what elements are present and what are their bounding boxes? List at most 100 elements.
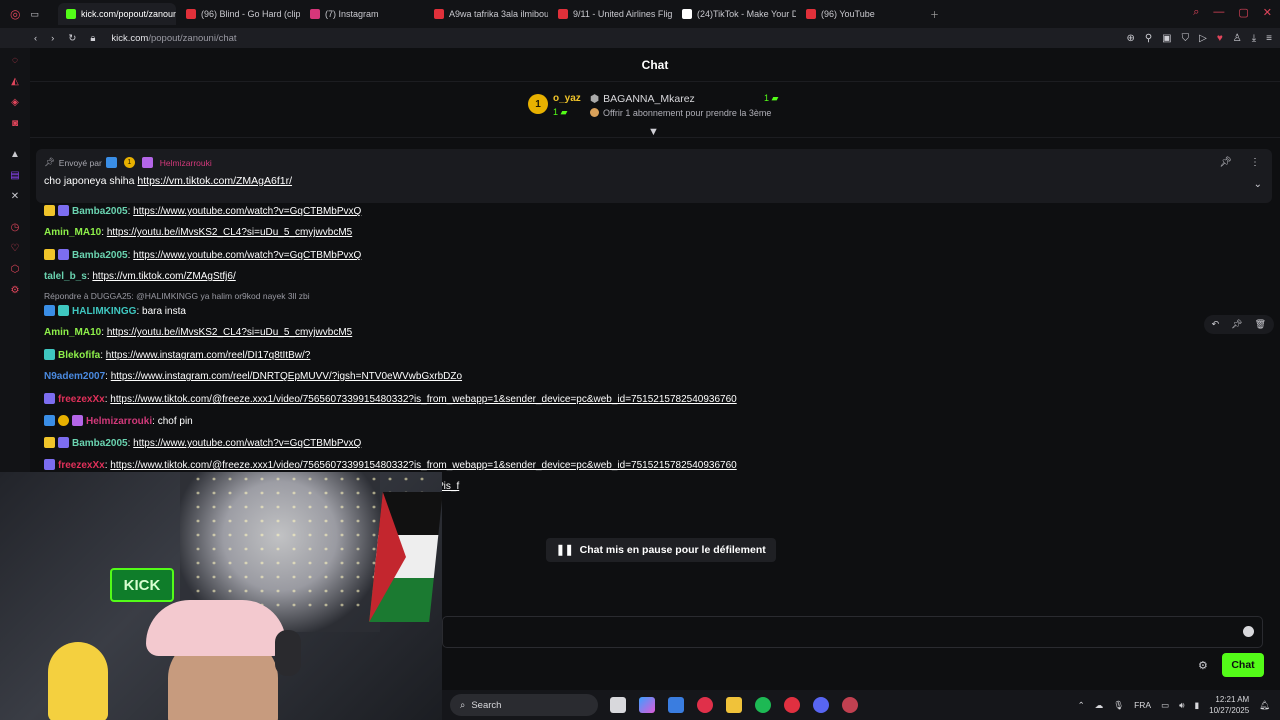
- chat-message[interactable]: Bamba2005: https://www.youtube.com/watch…: [44, 249, 361, 261]
- app-gear-icon[interactable]: [842, 697, 858, 713]
- volume-icon[interactable]: 🔊︎: [1179, 700, 1184, 711]
- message-link[interactable]: https://www.instagram.com/reel/DI17q8tIt…: [106, 350, 311, 361]
- gift-offer[interactable]: Offrir 1 abonnement pour prendre la 3ème: [590, 108, 771, 118]
- menu-icon[interactable]: ≡: [1266, 33, 1272, 44]
- chat-username[interactable]: freezexXx: [58, 460, 105, 471]
- chat-paused-banner[interactable]: ❚❚ Chat mis en pause pour le défilement: [546, 538, 776, 562]
- extensions-icon[interactable]: ⬡: [9, 263, 21, 275]
- message-link[interactable]: https://www.youtube.com/watch?v=GqCTBMbP…: [133, 438, 361, 449]
- browser-tab[interactable]: (24)TikTok - Make Your D: [674, 3, 796, 25]
- emoji-icon[interactable]: [1243, 626, 1254, 637]
- chat-username[interactable]: Bamba2005: [72, 250, 128, 261]
- message-link[interactable]: https://www.tiktok.com/@freeze.xxx1/vide…: [110, 394, 736, 405]
- spotify-icon[interactable]: [755, 697, 771, 713]
- close-icon[interactable]: ✕: [1263, 6, 1272, 19]
- reply-context[interactable]: Répondre à DUGGA25: @HALIMKINGG ya halim…: [44, 291, 310, 301]
- leader-second-name[interactable]: ⬢ BAGANNA_Mkarez: [590, 93, 695, 105]
- chat-message[interactable]: Amin_MA10: https://youtu.be/iMvsKS2_CL4?…: [44, 327, 352, 338]
- browser-tab[interactable]: (96) Blind - Go Hard (clip: [178, 3, 300, 25]
- onedrive-icon[interactable]: ☁: [1095, 700, 1104, 711]
- explorer-icon[interactable]: [726, 697, 742, 713]
- x-icon[interactable]: ✕: [9, 190, 21, 202]
- tab-menu-icon[interactable]: ▭: [30, 9, 39, 20]
- chat-message[interactable]: Helmizarrouki: chof pin: [44, 415, 193, 427]
- chat-message[interactable]: talel_b_s: https://vm.tiktok.com/ZMAgStf…: [44, 271, 236, 282]
- notifications-icon[interactable]: 🔔︎: [1259, 700, 1270, 711]
- forward-icon[interactable]: ›: [51, 33, 54, 44]
- history-icon[interactable]: ◷: [9, 221, 21, 233]
- opera-logo-icon[interactable]: ◎: [10, 7, 20, 21]
- chat-username[interactable]: Bamba2005: [72, 438, 128, 449]
- chat-username[interactable]: Helmizarrouki: [86, 416, 152, 427]
- maximize-icon[interactable]: ▢: [1238, 6, 1248, 19]
- tray-chevron-icon[interactable]: ⌃: [1078, 700, 1085, 711]
- reply-icon[interactable]: ↶: [1212, 319, 1220, 330]
- back-icon[interactable]: ‹: [34, 33, 37, 44]
- minimize-icon[interactable]: —: [1213, 6, 1224, 19]
- zoom-icon[interactable]: ⊕: [1126, 33, 1134, 44]
- taskbar-search[interactable]: ⌕ Search: [450, 694, 598, 716]
- message-link[interactable]: https://www.tiktok.com/@freeze.xxx1/vide…: [110, 460, 736, 471]
- chat-message[interactable]: Bamba2005: https://www.youtube.com/watch…: [44, 437, 361, 449]
- browser-tab[interactable]: kick.com/popout/zanouni: [58, 3, 176, 25]
- chat-username[interactable]: Bamba2005: [72, 206, 128, 217]
- discord-icon[interactable]: [813, 697, 829, 713]
- chat-message[interactable]: Amin_MA10: https://youtu.be/iMvsKS2_CL4?…: [44, 227, 352, 238]
- search-tabs-icon[interactable]: ⌕: [1193, 6, 1199, 19]
- account-icon[interactable]: ♙: [1233, 33, 1242, 44]
- delete-icon[interactable]: 🗑︎: [1255, 319, 1266, 330]
- shield-icon[interactable]: ⛉: [1182, 33, 1190, 44]
- store-icon[interactable]: [668, 697, 684, 713]
- chat-message[interactable]: freezexXx: https://www.tiktok.com/@freez…: [44, 459, 737, 471]
- chat-username[interactable]: talel_b_s: [44, 271, 87, 282]
- download-icon[interactable]: ⤓: [1252, 33, 1256, 44]
- opera-taskbar-icon[interactable]: [697, 697, 713, 713]
- expand-pinned-icon[interactable]: ⌄: [1254, 179, 1262, 190]
- send-chat-button[interactable]: Chat: [1222, 653, 1264, 677]
- language-indicator[interactable]: FRA: [1134, 700, 1151, 710]
- mic-icon[interactable]: 🎙︎: [1113, 700, 1124, 711]
- browser-tab[interactable]: (7) Instagram: [302, 3, 424, 25]
- browser-tab[interactable]: (96) YouTube: [798, 3, 920, 25]
- message-link[interactable]: https://www.youtube.com/watch?v=GqCTBMbP…: [133, 206, 361, 217]
- url-field[interactable]: kick.com/popout/zanouni/chat: [111, 33, 236, 44]
- chat-username[interactable]: Blekofifa: [58, 350, 100, 361]
- message-link[interactable]: https://youtu.be/iMvsKS2_CL4?si=uDu_5_cm…: [107, 327, 352, 338]
- message-link[interactable]: https://vm.tiktok.com/ZMAgStfj6/: [92, 271, 235, 282]
- chat-username[interactable]: HALIMKINGG: [72, 306, 136, 317]
- chat-message[interactable]: HALIMKINGG: bara insta: [44, 305, 186, 317]
- copilot-icon[interactable]: [639, 697, 655, 713]
- chat-settings-icon[interactable]: ⚙: [1198, 659, 1208, 672]
- new-tab-icon[interactable]: ＋: [930, 8, 939, 21]
- chat-message[interactable]: Blekofifa: https://www.instagram.com/ree…: [44, 349, 310, 361]
- more-options-icon[interactable]: ⋮: [1250, 157, 1260, 168]
- pinned-link[interactable]: https://vm.tiktok.com/ZMAgA6f1r/: [137, 175, 292, 187]
- kick-side-icon[interactable]: ▲: [9, 148, 21, 160]
- browser-tab[interactable]: 9/11 - United Airlines Flig: [550, 3, 672, 25]
- chat-username[interactable]: Amin_MA10: [44, 227, 101, 238]
- unpin-icon[interactable]: 📌︎: [1219, 157, 1232, 168]
- heart-side-icon[interactable]: ♡: [9, 242, 21, 254]
- task-view-icon[interactable]: [610, 697, 626, 713]
- chat-message[interactable]: N9adem2007: https://www.instagram.com/re…: [44, 371, 462, 382]
- twitch-icon[interactable]: ▤: [9, 169, 21, 181]
- chat-username[interactable]: N9adem2007: [44, 371, 105, 382]
- chat-username[interactable]: freezexXx: [58, 394, 105, 405]
- messenger-icon[interactable]: ◈: [9, 96, 21, 108]
- message-link[interactable]: https://www.youtube.com/watch?v=GqCTBMbP…: [133, 250, 361, 261]
- chat-input[interactable]: [442, 616, 1263, 648]
- battery-icon[interactable]: ▮: [1194, 700, 1199, 711]
- reload-icon[interactable]: ↻: [68, 33, 76, 44]
- message-link[interactable]: https://www.instagram.com/reel/DNRTQEpMU…: [111, 371, 462, 382]
- browser-tab[interactable]: A9wa tafrika 3ala ilmibou: [426, 3, 548, 25]
- clock[interactable]: 12:21 AM 10/27/2025: [1209, 694, 1249, 716]
- heart-icon[interactable]: ♥: [1217, 33, 1223, 44]
- settings-side-icon[interactable]: ⚙: [9, 284, 21, 296]
- message-link[interactable]: https://youtu.be/iMvsKS2_CL4?si=uDu_5_cm…: [107, 227, 352, 238]
- aria-icon[interactable]: ◌: [9, 54, 21, 66]
- chat-message[interactable]: Bamba2005: https://www.youtube.com/watch…: [44, 205, 361, 217]
- wallet-icon[interactable]: ◭: [9, 75, 21, 87]
- pin-page-icon[interactable]: ⚲: [1145, 33, 1152, 44]
- network-icon[interactable]: ▭: [1161, 700, 1169, 711]
- play-icon[interactable]: ▷: [1199, 33, 1207, 44]
